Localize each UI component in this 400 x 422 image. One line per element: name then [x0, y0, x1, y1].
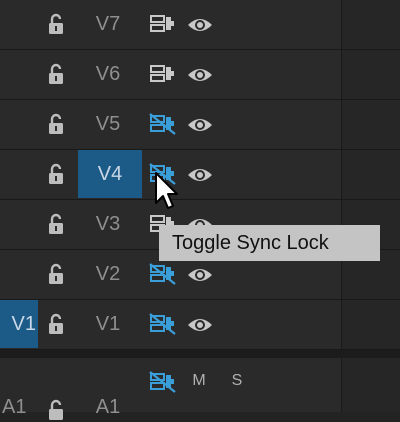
track-content-area — [342, 50, 400, 99]
source-patch-a1[interactable]: A1 — [2, 396, 26, 419]
unlock-icon[interactable] — [44, 212, 68, 236]
unlock-icon[interactable] — [44, 312, 68, 336]
solo-button[interactable]: S — [227, 372, 247, 390]
track-label[interactable]: V6 — [80, 63, 136, 85]
track-row-v6: V6 — [0, 50, 400, 100]
eye-icon[interactable] — [187, 165, 213, 185]
track-content-area — [342, 358, 400, 412]
mouse-pointer-icon — [155, 172, 178, 209]
track-label[interactable]: V5 — [80, 113, 136, 135]
track-row-v4: V4 — [0, 150, 400, 200]
track-label[interactable]: V1 — [80, 313, 136, 335]
track-label-selected[interactable]: V4 — [78, 150, 142, 198]
sync-lock-off-icon[interactable] — [149, 371, 177, 393]
unlock-icon[interactable] — [44, 12, 68, 36]
eye-icon[interactable] — [187, 265, 213, 285]
sync-lock-icon[interactable] — [149, 63, 177, 85]
tooltip: Toggle Sync Lock — [159, 225, 380, 261]
unlock-icon[interactable] — [44, 62, 68, 86]
sync-lock-off-icon[interactable] — [149, 113, 177, 135]
sync-lock-off-icon[interactable] — [149, 313, 177, 335]
track-label[interactable]: V7 — [80, 13, 136, 35]
track-row-v7: V7 — [0, 0, 400, 50]
divider — [341, 300, 342, 349]
track-row-v1: V1 V1 — [0, 300, 400, 350]
track-label[interactable]: V3 — [80, 213, 136, 235]
source-patch-v1[interactable]: V1 — [0, 300, 38, 348]
eye-icon[interactable] — [187, 65, 213, 85]
divider — [341, 0, 342, 49]
track-label[interactable]: A1 — [80, 396, 136, 418]
divider — [341, 50, 342, 99]
track-row-v5: V5 — [0, 100, 400, 150]
unlock-icon[interactable] — [44, 162, 68, 186]
track-content-area — [342, 0, 400, 49]
track-row-a1: M S A1 A1 — [0, 358, 400, 420]
sync-lock-icon[interactable] — [149, 13, 177, 35]
track-content-area — [342, 150, 400, 199]
divider — [341, 100, 342, 149]
sync-lock-off-icon[interactable] — [149, 263, 177, 285]
divider — [341, 150, 342, 199]
divider — [341, 358, 342, 412]
unlock-icon[interactable] — [44, 112, 68, 136]
unlock-icon[interactable] — [44, 262, 68, 286]
eye-icon[interactable] — [187, 115, 213, 135]
eye-icon[interactable] — [187, 15, 213, 35]
track-content-area — [342, 100, 400, 149]
track-content-area — [342, 300, 400, 349]
video-audio-separator — [0, 350, 400, 358]
unlock-icon[interactable] — [44, 398, 68, 422]
mute-button[interactable]: M — [189, 372, 209, 390]
track-label[interactable]: V2 — [80, 263, 136, 285]
eye-icon[interactable] — [187, 315, 213, 335]
track-header-panel: V7 V6 V5 V4 V3 V2 V1 V1 M S A1 A1 Toggle… — [0, 0, 400, 420]
